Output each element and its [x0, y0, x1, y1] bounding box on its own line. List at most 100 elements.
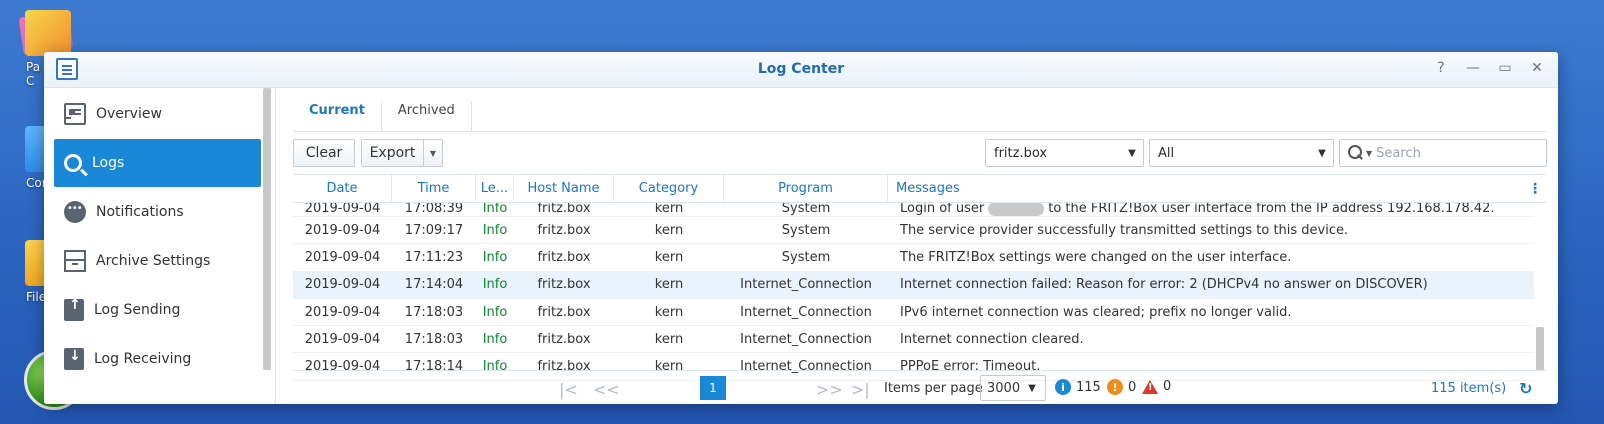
- sidebar-item-logs[interactable]: Logs: [54, 139, 261, 187]
- total-items: 115 item(s): [1431, 381, 1507, 396]
- table-row[interactable]: 2019-09-04 17:14:04 Info fritz.box kern …: [293, 271, 1534, 299]
- title-bar[interactable]: Log Center ? — ▭ ✕: [44, 52, 1558, 88]
- current-page-button[interactable]: 1: [700, 376, 726, 400]
- window-controls: ? — ▭ ✕: [1432, 59, 1546, 77]
- cell-host: fritz.box: [537, 277, 591, 293]
- overview-icon: [64, 103, 86, 125]
- search-placeholder: Search: [1376, 145, 1421, 161]
- sidebar-item-archive-settings[interactable]: Archive Settings: [54, 237, 261, 285]
- error-count: 0: [1142, 379, 1171, 394]
- cell-category: kern: [654, 222, 684, 238]
- cell-date: 2019-09-04: [304, 331, 381, 347]
- clear-button[interactable]: Clear: [293, 139, 355, 167]
- refresh-icon[interactable]: ↻: [1519, 379, 1532, 398]
- warning-count: ! 0: [1107, 379, 1136, 395]
- tab-current[interactable]: Current: [293, 101, 382, 131]
- cell-host: fritz.box: [537, 331, 591, 347]
- column-header-date[interactable]: Date: [293, 175, 392, 202]
- cell-category: kern: [654, 249, 684, 265]
- table-row[interactable]: 2019-09-04 17:09:17 Info fritz.box kern …: [293, 217, 1534, 245]
- sidebar-item-label: Archive Settings: [96, 253, 211, 269]
- close-icon[interactable]: ✕: [1528, 59, 1546, 77]
- notifications-icon: [64, 201, 86, 223]
- level-filter-value: All: [1158, 145, 1175, 161]
- cell-date: 2019-09-04: [304, 304, 381, 320]
- column-header-time[interactable]: Time: [392, 175, 476, 202]
- search-input[interactable]: ▼ Search: [1339, 139, 1547, 167]
- table-row[interactable]: 2019-09-04 17:08:39 Info fritz.box kern …: [293, 203, 1534, 217]
- info-count-value: 115: [1076, 379, 1101, 395]
- cell-message: Internet connection failed: Reason for e…: [900, 277, 1428, 293]
- cell-program: System: [781, 203, 831, 216]
- more-columns-icon[interactable]: ⋮: [1524, 175, 1546, 202]
- window-title: Log Center: [757, 61, 845, 77]
- cell-host: fritz.box: [537, 203, 591, 216]
- help-icon[interactable]: ?: [1432, 59, 1450, 77]
- cell-date: 2019-09-04: [304, 203, 381, 216]
- table-row[interactable]: 2019-09-04 17:18:03 Info fritz.box kern …: [293, 299, 1534, 327]
- sidebar-item-label: Log Sending: [94, 302, 181, 318]
- cell-category: kern: [654, 277, 684, 293]
- sidebar-item-label: Log Receiving: [94, 351, 192, 367]
- cell-level: Info: [482, 331, 508, 347]
- tab-archived[interactable]: Archived: [382, 101, 472, 131]
- chevron-down-icon[interactable]: ▼: [424, 149, 442, 158]
- sidebar-nav: Overview Logs Notifications Archive Sett…: [44, 88, 275, 383]
- chevron-down-icon[interactable]: ▼: [1366, 149, 1372, 158]
- toolbar: Clear Export ▼ fritz.box ▼ All ▼ ▼ Searc…: [293, 138, 1547, 178]
- sidebar-item-notifications[interactable]: Notifications: [54, 188, 261, 236]
- host-filter-select[interactable]: fritz.box ▼: [985, 139, 1144, 167]
- table-row[interactable]: 2019-09-04 17:11:23 Info fritz.box kern …: [293, 244, 1534, 272]
- sidebar-item-log-sending[interactable]: Log Sending: [54, 286, 261, 334]
- column-header-program[interactable]: Program: [724, 175, 888, 202]
- column-header-category[interactable]: Category: [614, 175, 724, 202]
- column-header-messages[interactable]: Messages: [888, 175, 1524, 202]
- cell-level: Info: [482, 222, 508, 238]
- sidebar: Overview Logs Notifications Archive Sett…: [44, 88, 276, 404]
- cell-level: Info: [482, 249, 508, 265]
- cell-time: 17:09:17: [404, 222, 464, 238]
- log-center-window: Log Center ? — ▭ ✕ Overview Logs Notific…: [44, 52, 1558, 404]
- chevron-down-icon: ▼: [1028, 382, 1036, 394]
- export-button[interactable]: Export ▼: [361, 139, 443, 167]
- items-per-page-select[interactable]: 3000 ▼: [980, 375, 1046, 401]
- column-header-level[interactable]: Le...: [476, 175, 514, 202]
- level-filter-select[interactable]: All ▼: [1149, 139, 1334, 167]
- error-icon: [1142, 379, 1158, 394]
- info-icon: i: [1055, 379, 1071, 395]
- cell-program: System: [781, 249, 831, 265]
- previous-page-icon[interactable]: <<: [593, 380, 620, 399]
- warning-count-value: 0: [1128, 379, 1137, 395]
- cell-program: Internet_Connection: [740, 331, 872, 347]
- first-page-icon[interactable]: |<: [559, 380, 578, 399]
- cell-time: 17:18:03: [404, 331, 464, 347]
- cell-time: 17:08:39: [404, 203, 464, 216]
- cell-host: fritz.box: [537, 222, 591, 238]
- table-row[interactable]: 2019-09-04 17:18:03 Info fritz.box kern …: [293, 326, 1534, 354]
- next-page-icon[interactable]: >>: [816, 380, 843, 399]
- chevron-down-icon: ▼: [1128, 147, 1136, 159]
- export-button-label: Export: [362, 140, 424, 166]
- maximize-icon[interactable]: ▭: [1496, 59, 1514, 77]
- cell-date: 2019-09-04: [304, 222, 381, 238]
- cell-time: 17:14:04: [404, 277, 464, 293]
- tab-bar: Current Archived: [293, 88, 1546, 132]
- log-sending-icon: [64, 297, 84, 321]
- grid-scrollbar-thumb[interactable]: [1536, 327, 1544, 371]
- warning-icon: !: [1107, 379, 1123, 395]
- sidebar-item-log-receiving[interactable]: Log Receiving: [54, 335, 261, 383]
- pagination-bar: |< << 1 >> >| Items per page 3000 ▼ i 11…: [293, 370, 1546, 404]
- column-header-host-name[interactable]: Host Name: [514, 175, 614, 202]
- host-filter-value: fritz.box: [994, 145, 1048, 161]
- sidebar-scrollbar[interactable]: [263, 88, 271, 370]
- minimize-icon[interactable]: —: [1464, 59, 1482, 77]
- sidebar-item-overview[interactable]: Overview: [54, 90, 261, 138]
- error-count-value: 0: [1163, 379, 1172, 394]
- search-icon: [1348, 145, 1364, 161]
- package-center-icon: [25, 10, 71, 56]
- cell-message: The FRITZ!Box settings were changed on t…: [900, 249, 1292, 265]
- sidebar-item-label: Notifications: [96, 204, 184, 220]
- items-per-page-value: 3000: [987, 380, 1021, 396]
- last-page-icon[interactable]: >|: [851, 380, 870, 399]
- cell-date: 2019-09-04: [304, 277, 381, 293]
